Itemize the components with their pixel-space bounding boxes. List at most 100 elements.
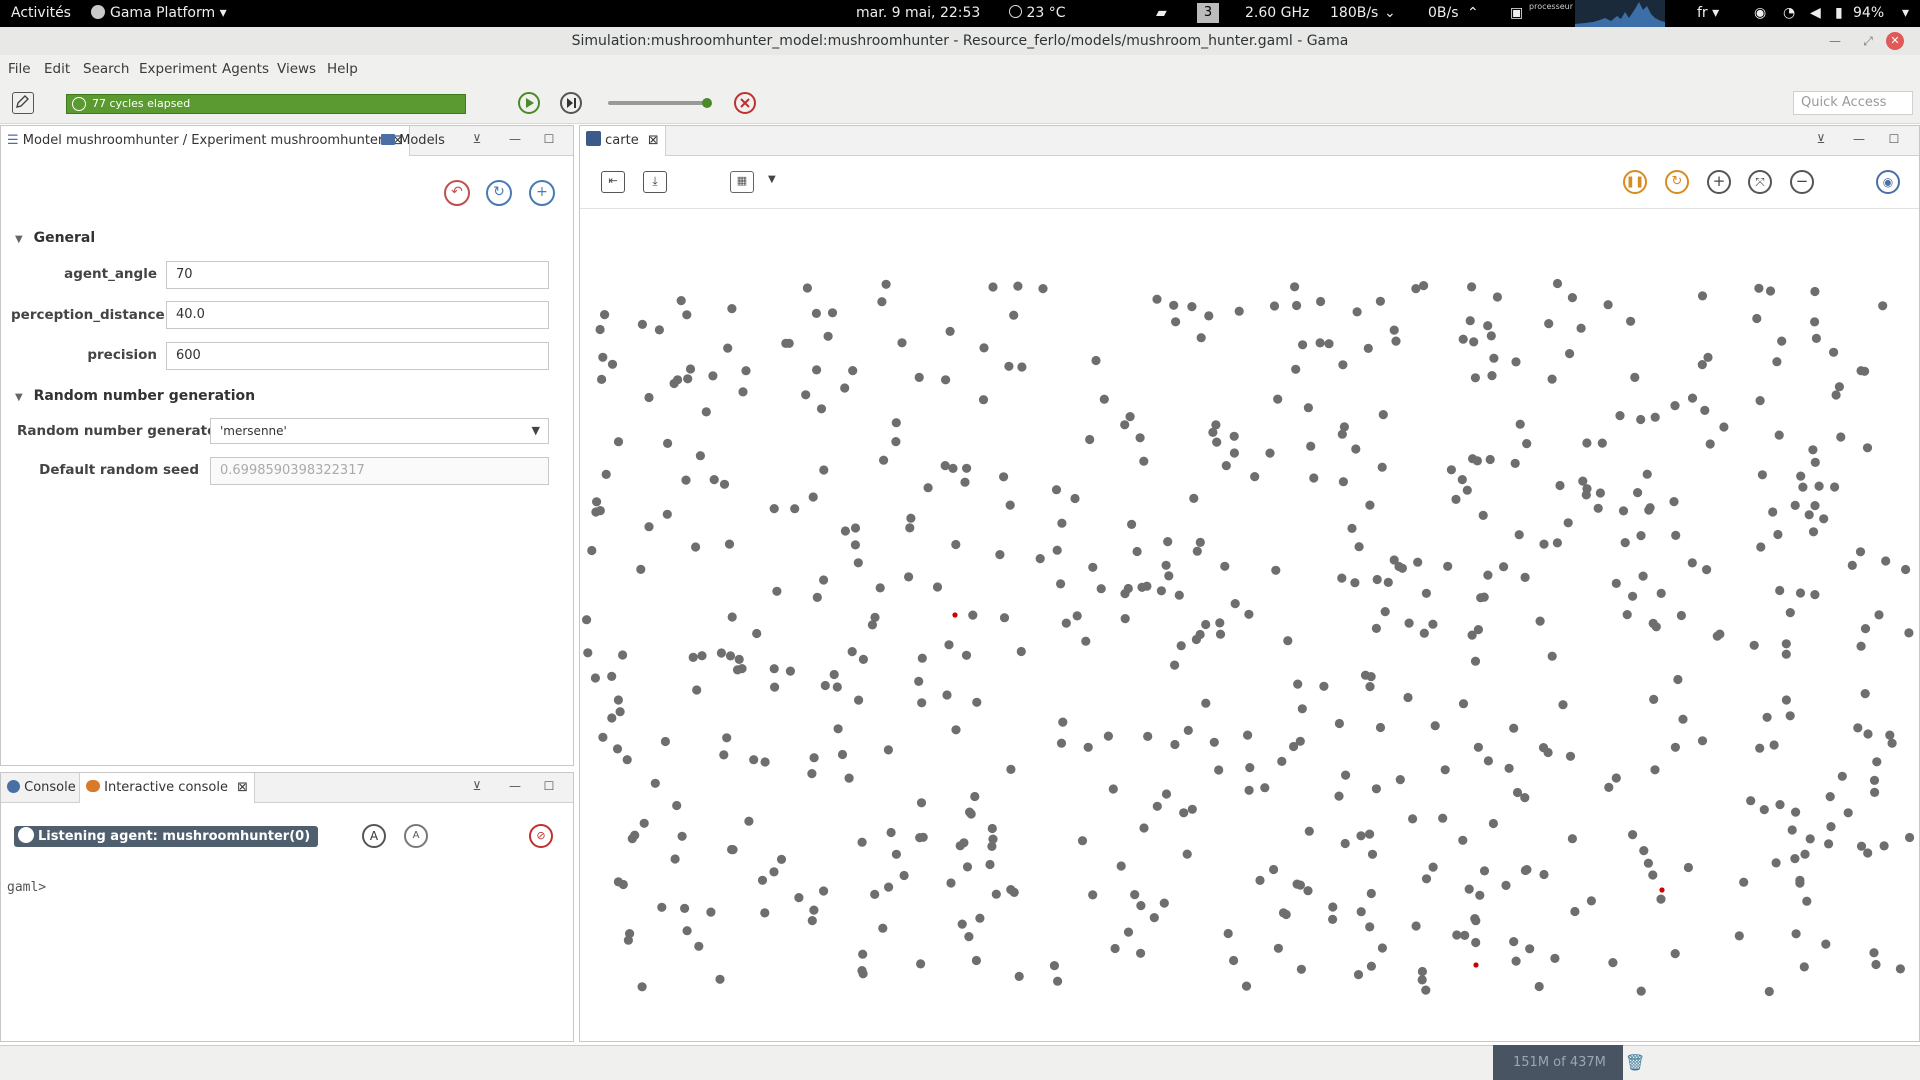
mushroom-agent[interactable] xyxy=(785,666,795,676)
battery-icon[interactable]: ▮ xyxy=(1835,5,1843,21)
mushroom-agent[interactable] xyxy=(1328,902,1338,912)
mushroom-agent[interactable] xyxy=(1243,730,1253,740)
tab-models[interactable]: Models xyxy=(375,126,451,156)
mushroom-agent[interactable] xyxy=(1595,488,1605,498)
mushroom-agent[interactable] xyxy=(716,648,726,658)
section-general[interactable]: ▼ General xyxy=(15,230,95,246)
maximize-view-icon[interactable]: ☐ xyxy=(1886,132,1902,148)
mushroom-agent[interactable] xyxy=(987,841,997,852)
mushroom-agent[interactable] xyxy=(1099,394,1109,404)
mushroom-agent[interactable] xyxy=(1006,764,1016,775)
workspace-indicator[interactable]: 3 xyxy=(1197,3,1219,23)
mushroom-agent[interactable] xyxy=(840,383,850,393)
mushroom-agent[interactable] xyxy=(1483,570,1493,580)
mushroom-agent[interactable] xyxy=(946,878,956,888)
mushroom-agent[interactable] xyxy=(1372,574,1382,585)
mushroom-agent[interactable] xyxy=(694,941,704,951)
mushroom-agent[interactable] xyxy=(1904,628,1914,638)
mushroom-agent[interactable] xyxy=(1038,284,1048,294)
mushroom-agent[interactable] xyxy=(1467,282,1477,292)
mushroom-agent[interactable] xyxy=(1808,527,1819,537)
mushroom-agent[interactable] xyxy=(1687,558,1697,568)
mushroom-agent[interactable] xyxy=(682,310,692,320)
mushroom-agent[interactable] xyxy=(962,463,972,473)
mushroom-agent[interactable] xyxy=(1375,722,1386,733)
mushroom-agent[interactable] xyxy=(1378,410,1388,420)
mushroom-agent[interactable] xyxy=(1567,834,1577,844)
mushroom-agent[interactable] xyxy=(660,736,670,747)
step-simulation-button[interactable] xyxy=(560,92,582,114)
mushroom-agent[interactable] xyxy=(1810,457,1820,467)
mushroom-agent[interactable] xyxy=(1164,571,1174,581)
mushroom-agent[interactable] xyxy=(853,558,863,568)
mushroom-agent[interactable] xyxy=(1356,831,1366,841)
mushroom-agent[interactable] xyxy=(769,664,779,674)
mushroom-agent[interactable] xyxy=(1808,445,1818,455)
mushroom-agent[interactable] xyxy=(1878,301,1888,311)
mushroom-agent[interactable] xyxy=(840,526,850,536)
mushroom-agent[interactable] xyxy=(1365,682,1375,692)
mushroom-agent[interactable] xyxy=(1472,456,1482,466)
mushroom-agent[interactable] xyxy=(1428,619,1438,629)
mushroom-agent[interactable] xyxy=(848,366,858,376)
mushroom-agent[interactable] xyxy=(819,575,829,585)
mushroom-agent[interactable] xyxy=(1879,841,1889,851)
app-menu[interactable]: Gama Platform ▾ xyxy=(91,5,227,21)
mushroom-agent[interactable] xyxy=(1539,539,1549,549)
mushroom-agent[interactable] xyxy=(1475,890,1485,900)
mushroom-agent[interactable] xyxy=(1831,390,1841,400)
mushroom-agent[interactable] xyxy=(650,778,660,788)
mushroom-agent[interactable] xyxy=(1161,789,1172,799)
mushroom-agent[interactable] xyxy=(727,612,737,622)
mushroom-agent[interactable] xyxy=(1509,723,1519,733)
hunter-agent[interactable] xyxy=(952,612,958,618)
mushroom-agent[interactable] xyxy=(1421,874,1432,884)
mushroom-agent[interactable] xyxy=(598,732,608,742)
mushroom-agent[interactable] xyxy=(1339,422,1349,432)
weather-indicator[interactable]: 23 °C xyxy=(1009,5,1066,21)
activities-button[interactable]: Activités xyxy=(11,5,71,21)
mushroom-agent[interactable] xyxy=(1057,518,1067,528)
memory-indicator[interactable]: 151M of 437M xyxy=(1493,1045,1623,1080)
mushroom-agent[interactable] xyxy=(738,387,748,397)
mushroom-agent[interactable] xyxy=(1821,939,1831,949)
mushroom-agent[interactable] xyxy=(1367,849,1378,859)
mushroom-agent[interactable] xyxy=(1775,800,1785,810)
mushroom-agent[interactable] xyxy=(867,620,877,630)
mushroom-agent[interactable] xyxy=(1132,546,1142,557)
mushroom-agent[interactable] xyxy=(1626,316,1636,326)
mushroom-agent[interactable] xyxy=(962,862,973,872)
decrease-font-button[interactable]: A xyxy=(404,824,428,848)
mushroom-agent[interactable] xyxy=(1514,530,1524,540)
mushroom-agent[interactable] xyxy=(1642,469,1652,479)
mushroom-agent[interactable] xyxy=(612,744,623,754)
mushroom-agent[interactable] xyxy=(1056,738,1067,748)
mushroom-agent[interactable] xyxy=(1576,323,1586,333)
mushroom-agent[interactable] xyxy=(607,359,618,369)
mushroom-agent[interactable] xyxy=(1269,864,1279,875)
mushroom-agent[interactable] xyxy=(776,854,787,865)
mushroom-agent[interactable] xyxy=(1408,814,1418,824)
mushroom-agent[interactable] xyxy=(975,913,985,923)
mushroom-agent[interactable] xyxy=(1014,971,1024,982)
mushroom-agent[interactable] xyxy=(914,676,924,686)
mushroom-agent[interactable] xyxy=(1215,618,1225,628)
mushroom-agent[interactable] xyxy=(1152,294,1162,304)
mushroom-agent[interactable] xyxy=(1628,830,1638,840)
mushroom-agent[interactable] xyxy=(1768,507,1778,517)
mushroom-agent[interactable] xyxy=(1515,419,1525,429)
mushroom-agent[interactable] xyxy=(732,665,743,675)
random-seed-field[interactable]: 0.6998590398322317 xyxy=(210,457,549,485)
chevron-down-icon[interactable]: ▼ xyxy=(768,174,776,185)
mushroom-agent[interactable] xyxy=(847,647,857,657)
mushroom-agent[interactable] xyxy=(1391,336,1401,346)
mushroom-agent[interactable] xyxy=(886,827,896,838)
mushroom-agent[interactable] xyxy=(1470,656,1481,666)
mushroom-agent[interactable] xyxy=(1179,808,1189,818)
mushroom-agent[interactable] xyxy=(1825,792,1835,802)
mushroom-agent[interactable] xyxy=(1586,896,1596,906)
mushroom-agent[interactable] xyxy=(749,755,759,765)
mushroom-agent[interactable] xyxy=(1855,547,1866,557)
mushroom-agent[interactable] xyxy=(1486,331,1496,341)
mushroom-agent[interactable] xyxy=(1214,765,1224,775)
